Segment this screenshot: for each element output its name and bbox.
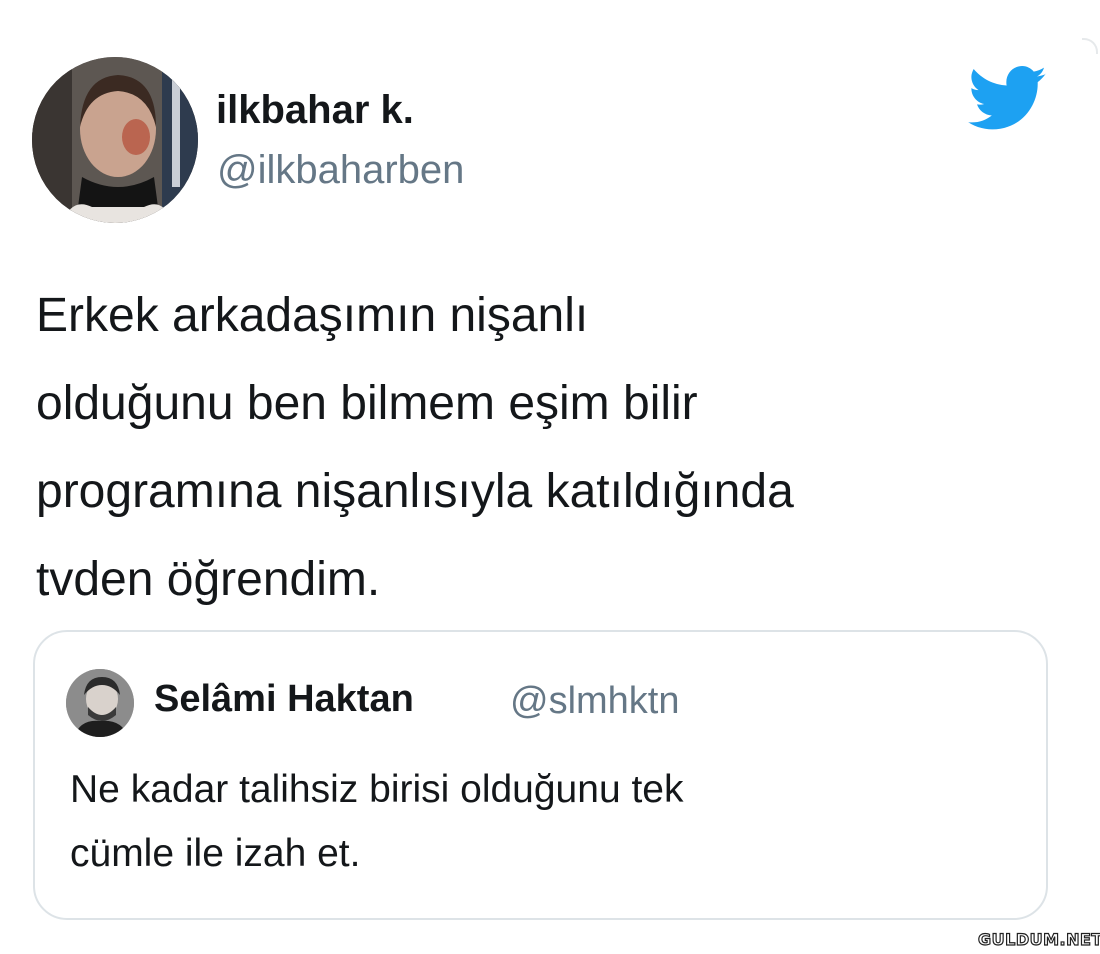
quoted-avatar[interactable] xyxy=(66,669,134,737)
card-corner xyxy=(1082,38,1098,54)
quoted-display-name[interactable]: Selâmi Haktan xyxy=(154,678,414,721)
tweet-card: ilkbahar k. @ilkbaharben Erkek arkadaşım… xyxy=(0,0,1100,954)
tweet-text-line: Erkek arkadaşımın nişanlı xyxy=(36,289,589,342)
quoted-user-handle[interactable]: @slmhktn xyxy=(510,680,680,723)
twitter-bird-icon xyxy=(968,66,1047,130)
watermark: GULDUM.NET xyxy=(977,929,1100,949)
tweet-text-line: tvden öğrendim. xyxy=(36,553,381,606)
tweet-text: Erkek arkadaşımın nişanlı olduğunu ben b… xyxy=(36,272,1076,624)
quoted-tweet-text: Ne kadar talihsiz birisi olduğunu tek cü… xyxy=(70,758,684,886)
display-name[interactable]: ilkbahar k. xyxy=(216,88,414,133)
tweet-text-line: olduğunu ben bilmem eşim bilir xyxy=(36,377,698,430)
tweet-text-line: programına nişanlısıyla katıldığında xyxy=(36,465,794,518)
quoted-text-line: Ne kadar talihsiz birisi olduğunu tek xyxy=(70,768,684,811)
quoted-text-line: cümle ile izah et. xyxy=(70,832,361,875)
avatar[interactable] xyxy=(32,57,198,223)
user-handle[interactable]: @ilkbaharben xyxy=(217,148,464,193)
